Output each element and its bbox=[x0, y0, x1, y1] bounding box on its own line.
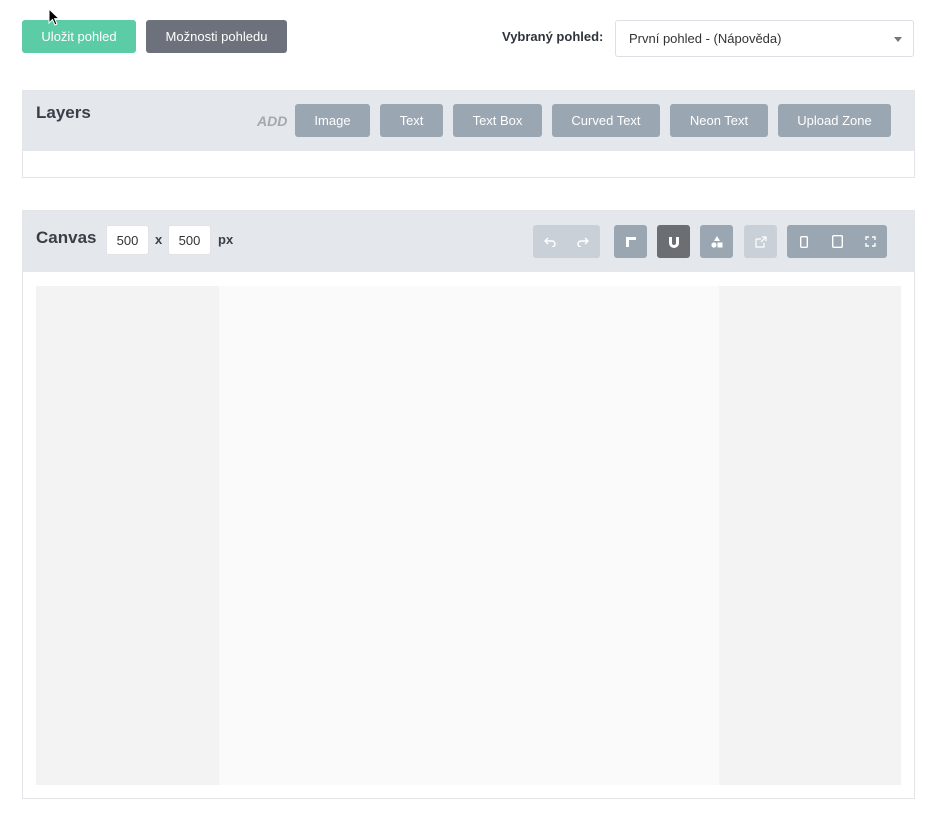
magnet-icon[interactable] bbox=[657, 225, 690, 258]
chevron-down-icon bbox=[894, 37, 902, 42]
add-text-box-button[interactable]: Text Box bbox=[453, 104, 542, 137]
fullscreen-icon[interactable] bbox=[854, 236, 887, 247]
device-preview-group bbox=[787, 225, 887, 258]
save-view-button[interactable]: Uložit pohled bbox=[22, 20, 136, 53]
canvas-width-input[interactable]: 500 bbox=[106, 225, 149, 255]
view-select-value: První pohled - (Nápověda) bbox=[629, 31, 782, 46]
undo-redo-group bbox=[533, 225, 600, 258]
canvas-margin-right bbox=[719, 286, 901, 785]
redo-icon[interactable] bbox=[567, 237, 600, 247]
layers-panel: Layers ADD Image Text Text Box Curved Te… bbox=[22, 90, 915, 178]
add-label: ADD bbox=[257, 113, 288, 129]
add-image-button[interactable]: Image bbox=[295, 104, 370, 137]
canvas-panel: Canvas 500 x 500 px bbox=[22, 210, 915, 799]
design-canvas[interactable] bbox=[219, 286, 719, 785]
dimension-separator: x bbox=[155, 232, 163, 247]
canvas-height-input[interactable]: 500 bbox=[168, 225, 211, 255]
layers-title: Layers bbox=[36, 103, 91, 122]
shapes-icon[interactable] bbox=[700, 225, 733, 258]
undo-icon[interactable] bbox=[534, 237, 567, 247]
add-upload-zone-button[interactable]: Upload Zone bbox=[778, 104, 891, 137]
add-text-button[interactable]: Text bbox=[380, 104, 443, 137]
phone-icon[interactable] bbox=[788, 235, 821, 248]
view-options-button[interactable]: Možnosti pohledu bbox=[146, 20, 287, 53]
dimension-unit: px bbox=[218, 232, 234, 247]
add-neon-text-button[interactable]: Neon Text bbox=[670, 104, 768, 137]
add-curved-text-button[interactable]: Curved Text bbox=[552, 104, 660, 137]
view-select[interactable]: První pohled - (Nápověda) bbox=[615, 20, 914, 57]
mouse-cursor-icon bbox=[48, 8, 60, 26]
tablet-icon[interactable] bbox=[821, 235, 854, 248]
canvas-header: Canvas 500 x 500 px bbox=[23, 211, 914, 272]
export-icon[interactable] bbox=[744, 225, 777, 258]
canvas-title: Canvas bbox=[36, 228, 97, 247]
layers-header: Layers ADD Image Text Text Box Curved Te… bbox=[23, 91, 914, 151]
canvas-margin-left bbox=[36, 286, 219, 785]
corner-icon[interactable] bbox=[614, 225, 647, 258]
selected-view-label: Vybraný pohled: bbox=[502, 29, 604, 44]
